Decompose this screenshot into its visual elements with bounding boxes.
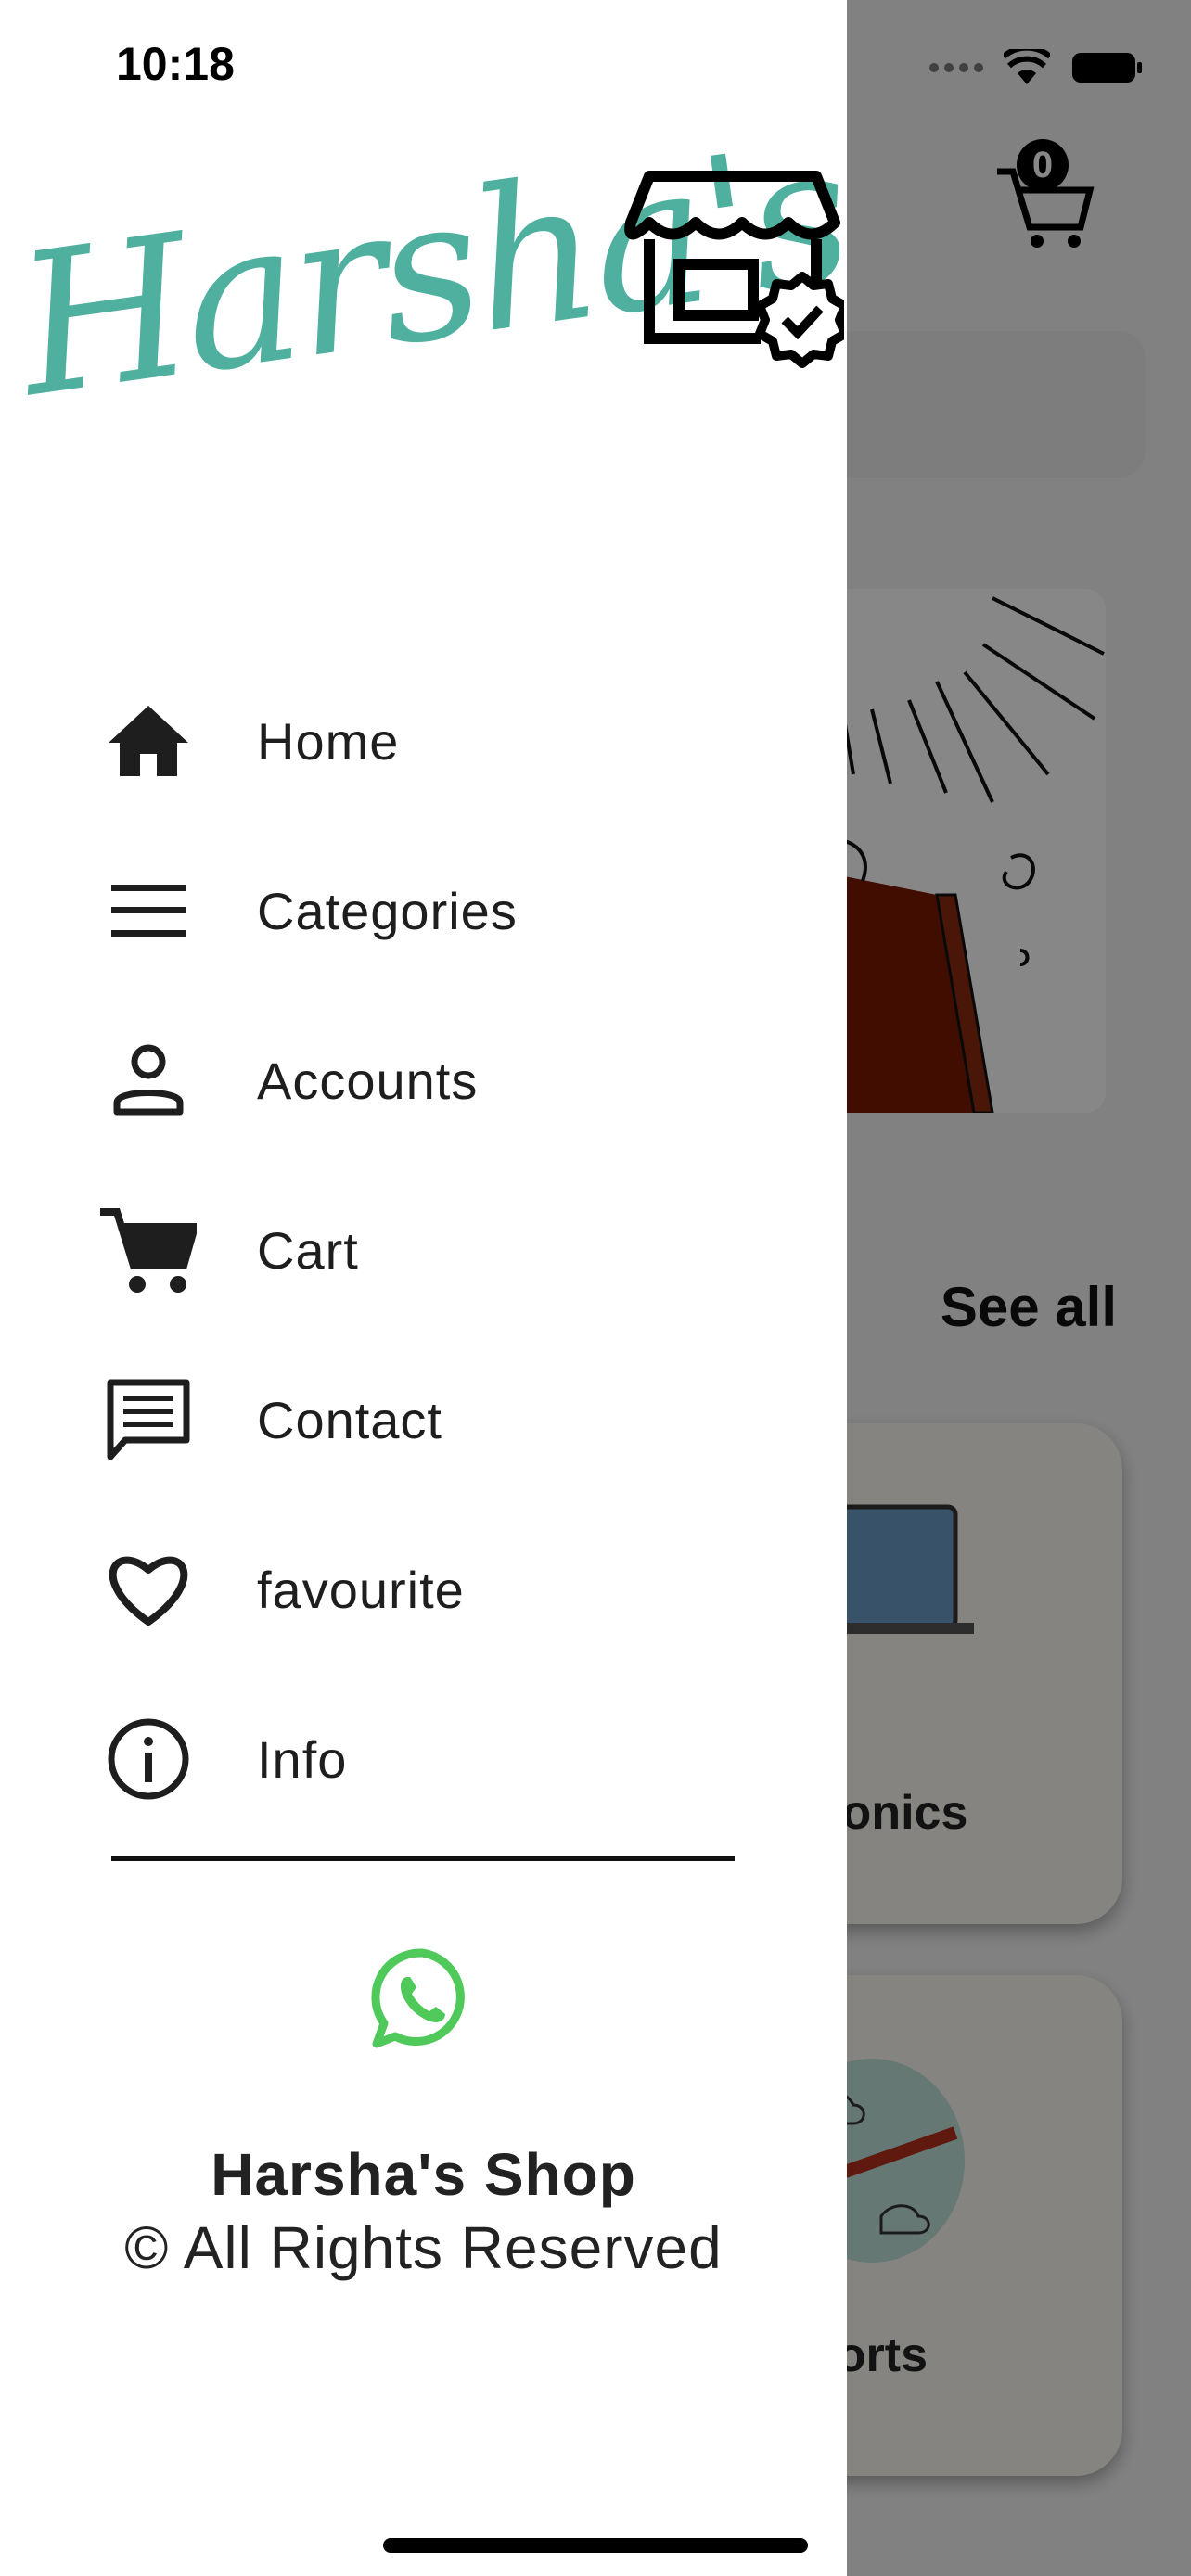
- shop-logo: Harsha's: [6, 100, 859, 473]
- cart-icon: [100, 1202, 197, 1298]
- menu-item-label: Contact: [257, 1390, 442, 1449]
- menu-item-home[interactable]: Home: [0, 671, 847, 810]
- whatsapp-icon[interactable]: [371, 1947, 473, 2049]
- menu-item-categories[interactable]: Categories: [0, 841, 847, 980]
- footer-shop-name: Harsha's Shop: [211, 2141, 636, 2208]
- person-icon: [100, 1032, 197, 1129]
- info-icon: [100, 1711, 197, 1807]
- menu-item-info[interactable]: Info: [0, 1690, 847, 1829]
- menu-item-label: Accounts: [257, 1051, 479, 1110]
- menu-item-contact[interactable]: Contact: [0, 1350, 847, 1489]
- heart-icon: [100, 1541, 197, 1638]
- menu-item-label: Categories: [257, 881, 518, 940]
- status-time: 10:18: [116, 38, 235, 90]
- home-icon: [100, 693, 197, 789]
- menu-item-label: favourite: [257, 1560, 465, 1619]
- menu-item-favourite[interactable]: favourite: [0, 1520, 847, 1659]
- drawer-divider: [111, 1856, 735, 1861]
- store-verified-icon: [624, 171, 844, 368]
- menu-item-label: Home: [257, 711, 400, 771]
- navigation-drawer: 10:18 Harsha's Home Categories Accounts …: [0, 0, 859, 2576]
- menu-lines-icon: [100, 862, 197, 959]
- menu-item-cart[interactable]: Cart: [0, 1180, 847, 1320]
- home-indicator[interactable]: [383, 2538, 808, 2553]
- menu-item-accounts[interactable]: Accounts: [0, 1011, 847, 1150]
- chat-icon: [100, 1371, 197, 1468]
- footer-copyright: © All Rights Reserved: [124, 2214, 723, 2281]
- menu-item-label: Info: [257, 1729, 348, 1789]
- menu-item-label: Cart: [257, 1220, 359, 1280]
